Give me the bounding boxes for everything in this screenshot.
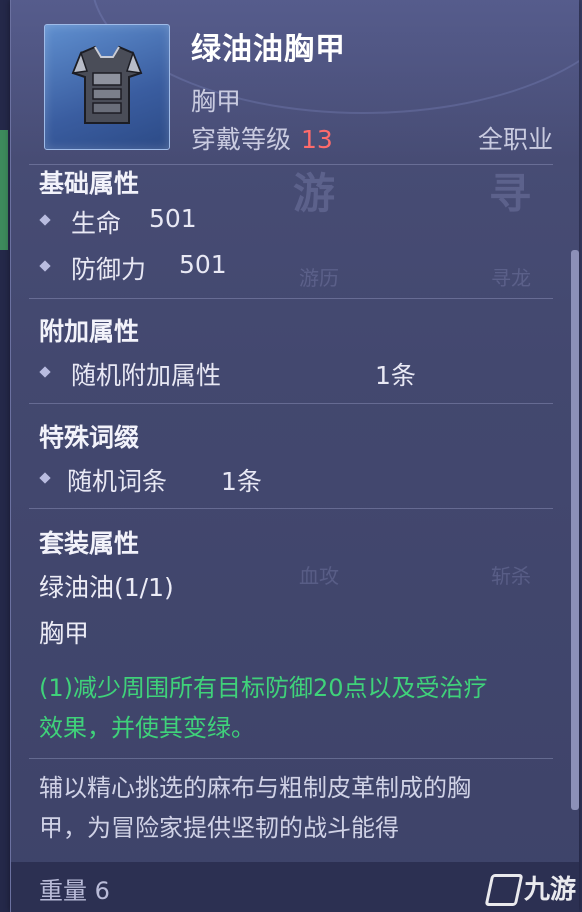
set-name: 绿油油(1/1) xyxy=(39,573,174,602)
bg-label: 寻龙 xyxy=(491,266,531,290)
bg-label: 寻 xyxy=(489,169,532,218)
set-attrs-heading: 套装属性 xyxy=(39,529,140,558)
level-label: 穿戴等级 xyxy=(191,125,292,154)
scrollbar[interactable] xyxy=(571,250,579,810)
level-value: 13 xyxy=(301,125,333,154)
bg-label: 斩杀 xyxy=(491,564,531,588)
bullet-icon xyxy=(39,260,51,272)
attr-label: 生命 xyxy=(71,209,122,238)
bg-label: 游历 xyxy=(299,266,339,290)
item-type: 胸甲 xyxy=(191,87,242,116)
extra-attrs-heading: 附加属性 xyxy=(39,317,140,346)
bullet-icon xyxy=(39,366,51,378)
left-edge-panel xyxy=(0,0,10,912)
attr-value: 501 xyxy=(149,204,197,233)
basic-attrs-heading: 基础属性 xyxy=(39,169,140,198)
description-line: 甲，为冒险家提供坚韧的战斗能得 xyxy=(39,814,399,842)
attr-label: 随机词条 xyxy=(67,467,168,496)
divider xyxy=(29,508,553,509)
divider xyxy=(29,403,553,404)
attr-value: 1条 xyxy=(221,467,262,496)
chest-armor-icon xyxy=(71,45,143,124)
level-requirement: 穿戴等级 13 xyxy=(191,120,333,156)
set-effect-line: 效果，并使其变绿。 xyxy=(39,714,255,742)
attr-label: 防御力 xyxy=(71,255,147,284)
bg-label: 游 xyxy=(293,169,336,218)
item-weight: 重量 6 xyxy=(39,877,110,905)
divider xyxy=(29,758,553,759)
class-requirement: 全职业 xyxy=(477,125,553,154)
watermark-text: 九游 xyxy=(523,874,576,905)
description-line: 辅以精心挑选的麻布与粗制皮革制成的胸 xyxy=(39,774,471,802)
item-icon-frame xyxy=(44,24,170,150)
bullet-icon xyxy=(39,472,51,484)
item-tooltip: 游 寻 游历 寻龙 血攻 斩杀 绿油油胸甲 胸甲 穿戴等级 13 全职业 基础属性… xyxy=(10,0,579,912)
divider xyxy=(29,298,553,299)
watermark-logo: 九游 xyxy=(484,869,576,906)
logo-icon xyxy=(484,874,524,906)
item-name: 绿油油胸甲 xyxy=(191,32,346,67)
bg-label: 血攻 xyxy=(299,564,339,588)
set-piece: 胸甲 xyxy=(39,619,90,648)
special-affix-heading: 特殊词缀 xyxy=(39,423,140,452)
set-effect-line: (1)减少周围所有目标防御20点以及受治疗 xyxy=(39,674,488,702)
attr-label: 随机附加属性 xyxy=(71,361,222,390)
attr-value: 501 xyxy=(179,250,227,279)
bullet-icon xyxy=(39,214,51,226)
attr-value: 1条 xyxy=(375,361,416,390)
